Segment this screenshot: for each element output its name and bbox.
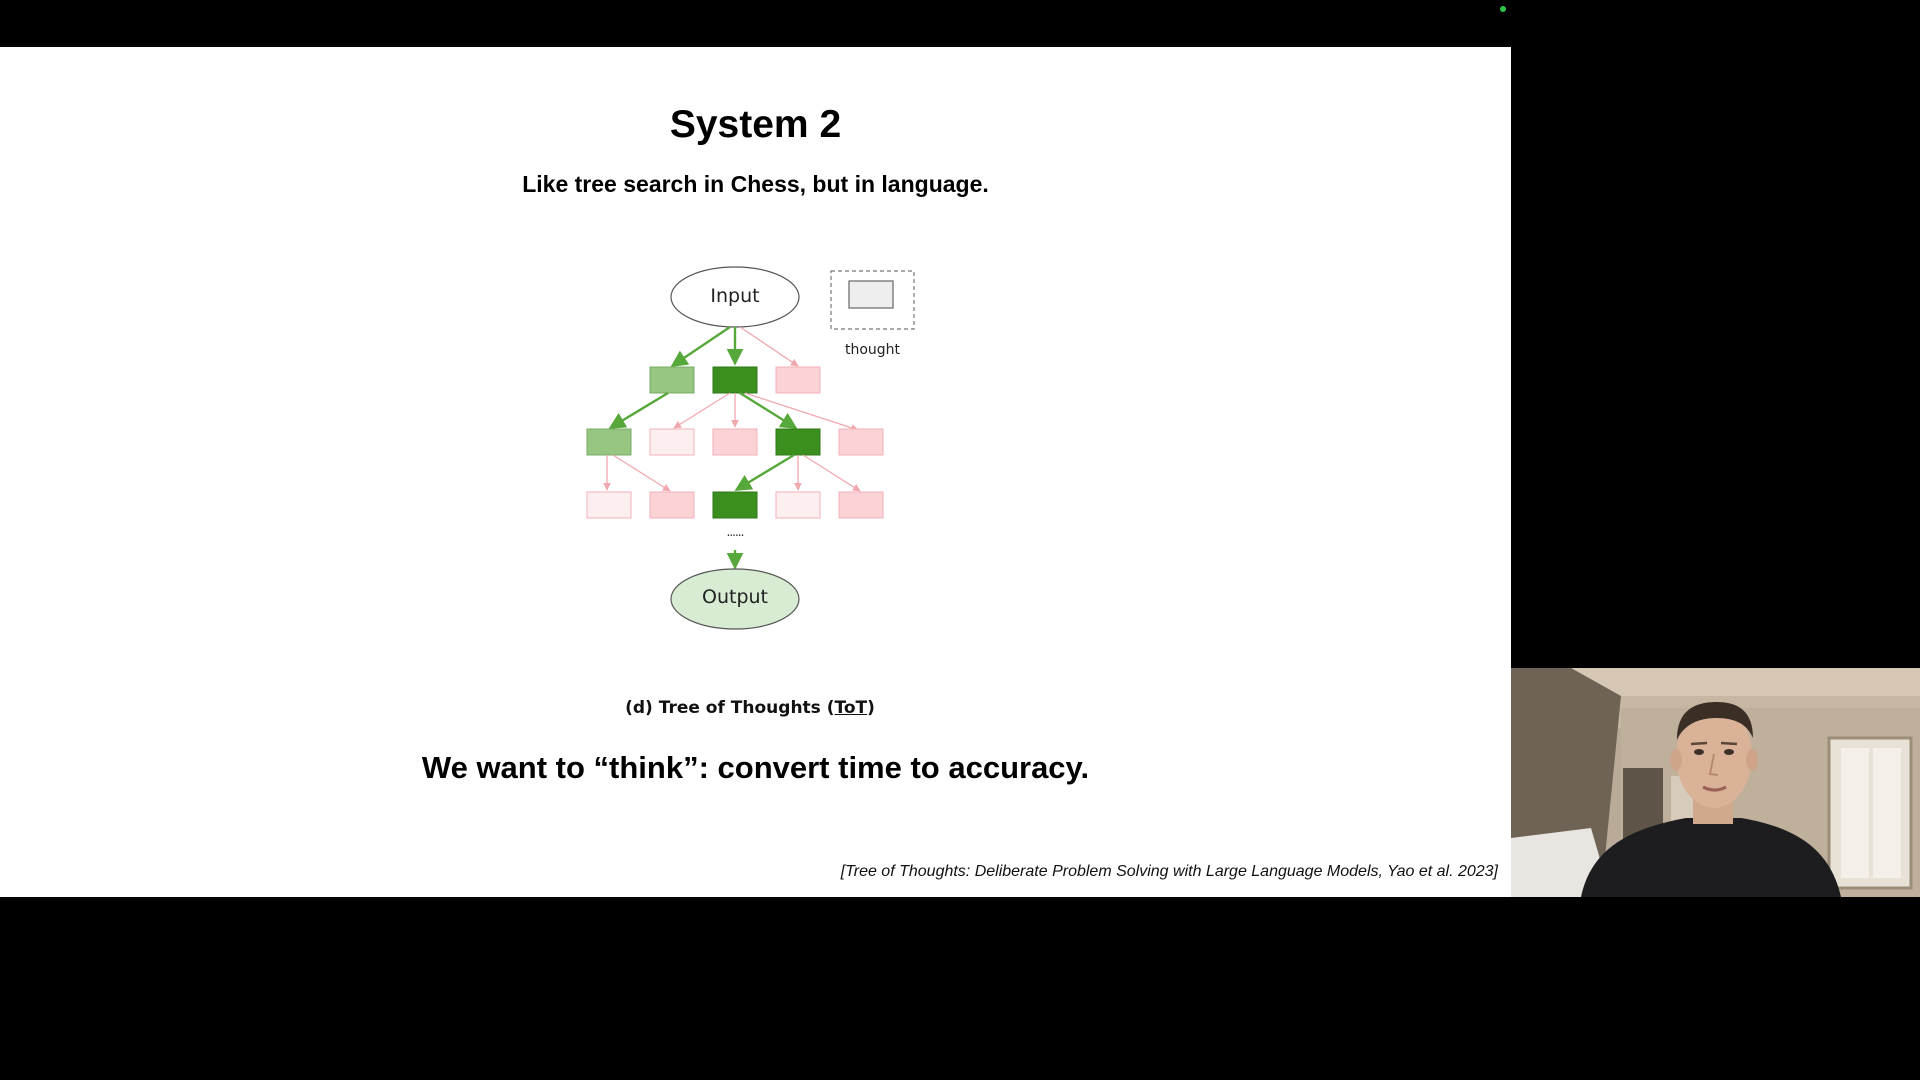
thought-l2-c	[712, 428, 758, 456]
legend-thought-swatch	[848, 280, 894, 309]
screen: System 2 Like tree search in Chess, but …	[0, 0, 1920, 1080]
presentation-slide: System 2 Like tree search in Chess, but …	[0, 47, 1511, 897]
edge-l1b-l2d	[739, 391, 798, 430]
caption-link: ToT	[834, 698, 868, 718]
thought-l1-c	[775, 366, 821, 394]
diagram-caption: (d) Tree of Thoughts (ToT)	[570, 698, 930, 718]
edge-l2d-l3e	[802, 454, 861, 492]
thought-l2-a	[586, 428, 632, 456]
edge-l2d-l3c	[734, 453, 795, 492]
caption-prefix: (d) Tree of Thoughts (	[625, 698, 835, 718]
thought-l2-e	[838, 428, 884, 456]
legend-thought-label: thought	[844, 342, 901, 358]
thought-l1-a	[649, 366, 695, 394]
thought-l2-d	[775, 428, 821, 456]
slide-title: System 2	[669, 103, 842, 146]
edge-input-l1a	[670, 326, 731, 367]
slide-tagline: We want to “think”: convert time to accu…	[421, 750, 1090, 785]
thought-l1-b	[712, 366, 758, 394]
thought-l3-a	[586, 491, 632, 519]
camera-indicator	[1500, 6, 1506, 12]
slide-subtitle: Like tree search in Chess, but in langua…	[522, 171, 989, 197]
thought-l3-e	[838, 491, 884, 519]
presenter-webcam	[1511, 668, 1920, 897]
caption-suffix: )	[867, 698, 875, 718]
slide-citation: [Tree of Thoughts: Deliberate Problem So…	[840, 863, 1498, 880]
thought-l2-b	[649, 428, 695, 456]
edge-input-l1c	[739, 326, 799, 367]
presenter-video-frame	[1511, 668, 1920, 897]
edge-l1b-l2b	[673, 392, 731, 429]
thought-l3-b	[649, 491, 695, 519]
output-label: Output	[702, 586, 768, 608]
thought-l3-d	[775, 491, 821, 519]
edge-l1b-l2e	[744, 392, 859, 432]
tree-of-thoughts-diagram: Input thought ...... Output (d) Tree of …	[570, 249, 930, 739]
input-label: Input	[710, 285, 760, 307]
edge-l2a-l3b	[612, 454, 671, 492]
thought-l3-c	[712, 491, 758, 519]
tree-diagram-svg	[586, 266, 915, 630]
ellipsis-label: ......	[726, 525, 745, 539]
edge-l1a-l2a	[608, 391, 669, 430]
